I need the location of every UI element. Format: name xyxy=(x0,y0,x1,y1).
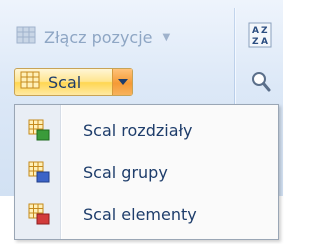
menu-item-merge-groups[interactable]: Scal grupy xyxy=(17,153,276,191)
chevron-down-icon: ▼ xyxy=(162,31,171,43)
menu-item-merge-chapters[interactable]: Scal rozdziały xyxy=(17,111,276,149)
menu-item-label: Scal grupy xyxy=(83,162,168,182)
merge-button[interactable]: Scal xyxy=(15,69,112,95)
merge-table-icon xyxy=(20,70,40,94)
svg-text:A: A xyxy=(261,37,268,47)
merge-dropdown-menu: Scal rozdziały Scal grupy Scal elementy xyxy=(14,104,279,240)
menu-item-label: Scal rozdziały xyxy=(83,120,193,140)
merge-chapters-icon xyxy=(17,119,61,141)
merge-dropdown-toggle[interactable] xyxy=(112,69,132,95)
svg-text:A: A xyxy=(252,26,259,36)
svg-text:Z: Z xyxy=(261,26,268,36)
merge-split-button[interactable]: Scal xyxy=(14,68,133,96)
chevron-down-icon xyxy=(117,79,128,85)
merge-items-icon xyxy=(16,25,36,49)
menu-item-label: Scal elementy xyxy=(83,204,197,224)
merge-items-label: Złącz pozycje xyxy=(44,27,153,47)
svg-text:Z: Z xyxy=(252,37,259,47)
menu-item-merge-elements[interactable]: Scal elementy xyxy=(17,195,276,233)
sort-az-icon[interactable]: A Z Z A xyxy=(248,22,272,48)
search-icon[interactable] xyxy=(250,70,272,94)
merge-items-button[interactable]: Złącz pozycje ▼ xyxy=(16,24,224,50)
merge-button-label: Scal xyxy=(48,72,82,92)
merge-elements-icon xyxy=(17,203,61,225)
merge-groups-icon xyxy=(17,161,61,183)
